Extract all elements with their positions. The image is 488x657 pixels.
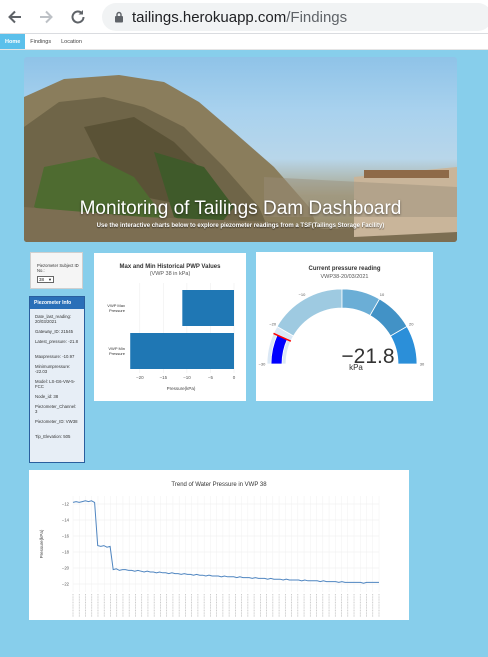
info-row: Date_last_reading: 20/03/2021	[35, 314, 72, 325]
y-tick-label: −12	[62, 502, 70, 507]
nav-location-link[interactable]: Location	[56, 34, 87, 49]
max-min-chart-card: Max and Min Historical PWP Values (VWP 3…	[94, 253, 246, 401]
subject-id-value: 38	[39, 277, 45, 282]
bar	[130, 333, 234, 369]
info-row: Node_id: 38	[35, 394, 59, 399]
selector-label: Piezometer Subject ID No.:	[37, 263, 79, 273]
y-category-label: Pressure	[109, 351, 126, 356]
y-tick-label: −22	[62, 582, 70, 587]
y-tick-label: −16	[62, 534, 70, 539]
reload-icon[interactable]	[66, 5, 90, 29]
y-tick-label: −14	[62, 518, 70, 523]
line-chart-svg: −12 −14 −16 −18 −20 −22 Pressure(kPa)	[39, 496, 380, 617]
info-row: Maxpressure: -10.97	[35, 354, 75, 359]
gauge-tick-label: 10	[380, 292, 385, 297]
subject-selector-panel: Piezometer Subject ID No.: 38 ▼	[30, 252, 83, 289]
bar	[182, 290, 234, 326]
info-row: Latest_pressure: -21.8	[35, 339, 78, 344]
y-axis-label: Pressure(kPa)	[39, 529, 44, 558]
gauge-tick-label: −10	[299, 292, 307, 297]
gauge-step-band	[276, 288, 343, 337]
gauge-unit-text: kPa	[349, 363, 363, 372]
info-row: Piezometer_Channel: 3	[35, 404, 77, 415]
y-tick-label: −18	[62, 550, 70, 555]
subject-id-select[interactable]: 38 ▼	[37, 276, 54, 283]
info-row: Gateway_ID: 21545	[35, 329, 73, 334]
gauge-tick-label: −30	[259, 362, 267, 367]
info-panel-title: Piezometer Info	[30, 297, 84, 309]
site-navbar: Home Findings Location	[0, 34, 488, 50]
lock-icon	[115, 11, 123, 23]
hero-title: Monitoring of Tailings Dam Dashboard	[79, 198, 402, 219]
x-tick-label: −10	[183, 375, 191, 380]
y-category-label: Pressure	[109, 308, 126, 313]
x-tick-label: 0	[233, 375, 236, 380]
series-line	[72, 500, 379, 584]
gauge-tick-label: 20	[409, 322, 414, 327]
info-row: Minimumpressure: -22.03	[35, 364, 71, 375]
address-bar[interactable]: tailings.herokuapp.com/Findings	[102, 3, 488, 31]
y-tick-label: −20	[62, 566, 70, 571]
info-row: Tip_Elevation: 505	[35, 434, 71, 439]
info-row: Model: LS-G6-VW-5-FCC	[35, 379, 76, 390]
info-row: Piezometer_ID: VW38	[35, 419, 78, 424]
nav-findings-link[interactable]: Findings	[25, 34, 56, 49]
hero-banner: Monitoring of Tailings Dam Dashboard Use…	[24, 57, 457, 242]
piezometer-info-panel: Piezometer Info Date_last_reading: 20/03…	[29, 296, 85, 463]
x-axis-label: Pressure(kPa)	[167, 386, 196, 391]
chevron-down-icon: ▼	[48, 277, 52, 282]
browser-toolbar: tailings.herokuapp.com/Findings	[0, 0, 488, 34]
forward-icon[interactable]	[34, 5, 58, 29]
bar-chart-svg: −20 −15 −10 −5 0VWP MaxPressureVWP MinPressu…	[107, 283, 236, 391]
hero-subtitle: Use the interactive charts below to expl…	[96, 223, 385, 229]
gauge-tick-label: 30	[420, 362, 425, 367]
x-tick-label: −15	[160, 375, 168, 380]
x-tick-label: −5	[208, 375, 214, 380]
trend-chart-card: Trend of Water Pressure in VWP 38 −12 −14…	[29, 470, 409, 620]
url-text: tailings.herokuapp.com/Findings	[132, 8, 348, 26]
gauge-svg: −30−20−10 102030−21.8kPa	[259, 288, 425, 372]
gauge-tick-label: −20	[269, 322, 277, 327]
nav-home-link[interactable]: Home	[0, 34, 26, 49]
x-tick-label: −20	[136, 375, 144, 380]
back-icon[interactable]	[3, 5, 27, 29]
gauge-chart-card: Current pressure reading VWP38-20/03/202…	[256, 252, 433, 401]
